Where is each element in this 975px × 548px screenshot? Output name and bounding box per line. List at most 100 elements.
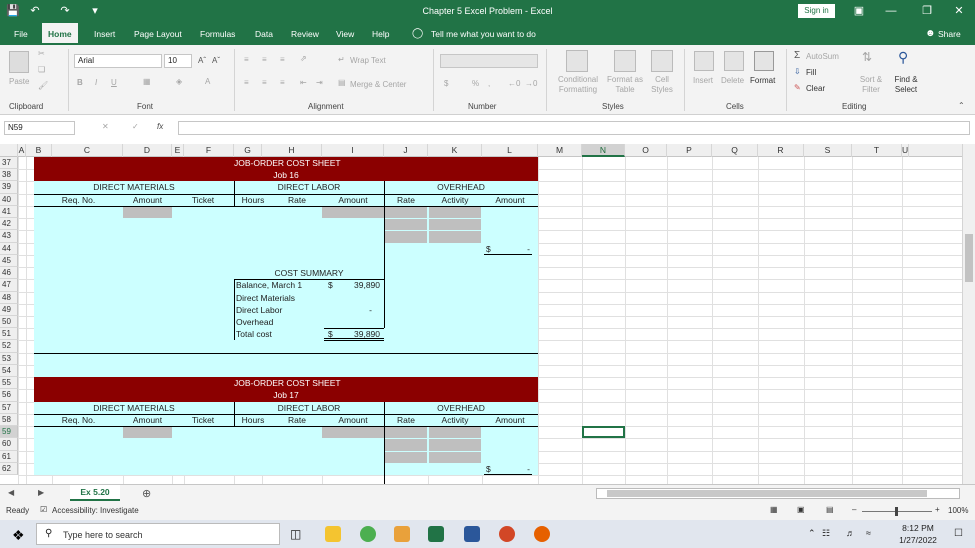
clear-button[interactable]: Clear [806,84,825,93]
row-header-56[interactable]: 56 [0,389,18,402]
row-header-37[interactable]: 37 [0,157,18,170]
vertical-scroll-thumb[interactable] [965,234,973,282]
merge-center-button[interactable]: Merge & Center [350,80,406,89]
column-header-o[interactable]: O [625,144,667,157]
column-header-d[interactable]: D [123,144,172,157]
paste-button[interactable]: Paste [9,77,29,86]
row-header-41[interactable]: 41 [0,205,18,219]
increase-decimal-icon[interactable]: ←0 [508,79,520,88]
column-header-a[interactable]: A [18,144,26,157]
row-header-50[interactable]: 50 [0,315,18,329]
row-header-40[interactable]: 40 [0,193,18,206]
column-header-l[interactable]: L [482,144,538,157]
paste-icon[interactable] [9,51,29,73]
conditional-formatting-button[interactable]: Conditional Formatting [552,75,604,95]
column-header-t[interactable]: T [852,144,902,157]
sheet1-oh-rate-input[interactable] [385,219,427,231]
tray-chevron-icon[interactable]: ⌃ [808,528,816,539]
network-icon[interactable]: ☷ [822,528,830,539]
number-format-select[interactable] [440,54,538,68]
format-as-table-icon[interactable] [614,50,636,72]
percent-button[interactable]: % [472,79,479,88]
font-size-select[interactable]: 10 [164,54,192,68]
column-header-k[interactable]: K [428,144,482,157]
format-cells-button[interactable]: Format [750,76,775,85]
increase-indent-icon[interactable]: ⇥ [316,78,323,87]
column-header-j[interactable]: J [384,144,428,157]
wifi-icon[interactable]: ≈ [866,528,871,538]
bold-icon[interactable]: B [77,78,83,87]
wrap-text-button[interactable]: Wrap Text [350,56,386,65]
sheet2-activity-input[interactable] [429,439,481,451]
row-header-45[interactable]: 45 [0,254,18,268]
increase-font-icon[interactable]: Aˆ [198,56,206,65]
font-name-select[interactable]: Arial [74,54,162,68]
clock-time[interactable]: 8:12 PM [894,523,942,533]
tab-help[interactable]: Help [366,23,395,45]
zoom-level[interactable]: 100% [948,506,968,515]
column-header-f[interactable]: F [184,144,234,157]
sheet1-dl-amount-input[interactable] [322,206,384,219]
name-box[interactable]: N59 [4,121,75,135]
tab-review[interactable]: Review [285,23,325,45]
align-right-icon[interactable]: ≡ [280,78,285,87]
spreadsheet-grid[interactable]: ABCDEFGHIJKLMNOPQRSTU 37 38 39 40 41 42 43 44 45… [0,144,962,484]
row-header-43[interactable]: 43 [0,230,18,243]
tab-insert[interactable]: Insert [88,23,121,45]
conditional-formatting-icon[interactable] [566,50,588,72]
sheet2-activity-input[interactable] [429,451,481,463]
insert-cells-button[interactable]: Insert [693,76,713,85]
insert-function-icon[interactable]: fx [157,122,163,131]
insert-cells-icon[interactable] [694,51,714,71]
align-center-icon[interactable]: ≡ [262,78,267,87]
vertical-scrollbar[interactable] [962,144,975,484]
column-header-b[interactable]: B [26,144,52,157]
font-color-icon[interactable]: A [205,77,210,86]
cut-icon[interactable]: ✂ [38,49,45,58]
column-header-e[interactable]: E [172,144,184,157]
prev-sheet-icon[interactable]: ◀ [8,488,14,497]
autosum-button[interactable]: AutoSum [806,52,839,61]
sheet1-activity-input[interactable] [429,219,481,231]
row-header-47[interactable]: 47 [0,279,18,292]
windows-start-icon[interactable]: ❖ [12,527,25,544]
row-header-49[interactable]: 49 [0,303,18,316]
copy-icon[interactable]: ❏ [38,65,45,74]
tab-page-layout[interactable]: Page Layout [128,23,188,45]
volume-icon[interactable]: ♬ [846,528,855,538]
decrease-decimal-icon[interactable]: →0 [525,79,537,88]
align-bottom-icon[interactable]: ≡ [280,55,285,64]
row-header-60[interactable]: 60 [0,438,18,451]
column-header-c[interactable]: C [52,144,123,157]
column-header-m[interactable]: M [538,144,582,157]
row-header-48[interactable]: 48 [0,291,18,304]
column-header-i[interactable]: I [322,144,384,157]
align-top-icon[interactable]: ≡ [244,55,249,64]
row-header-53[interactable]: 53 [0,352,18,365]
row-header-59[interactable]: 59 [0,426,18,439]
clock-date[interactable]: 1/27/2022 [894,535,942,545]
task-view-icon[interactable]: ◫ [290,527,301,541]
borders-icon[interactable]: ▦ [143,77,151,86]
orientation-icon[interactable]: ⇗ [300,54,307,63]
delete-cells-button[interactable]: Delete [721,76,744,85]
column-header-u[interactable]: U [902,144,910,157]
horizontal-scroll-thumb[interactable] [607,490,927,497]
file-explorer-icon[interactable] [325,526,341,542]
format-painter-icon[interactable]: 🖌 [38,81,48,90]
sheet1-activity-input[interactable] [429,206,481,219]
merge-center-icon[interactable]: ▤ [338,78,346,87]
row-header-52[interactable]: 52 [0,340,18,353]
row-header-38[interactable]: 38 [0,169,18,182]
word-taskbar-icon[interactable] [464,526,480,542]
sheet2-dm-amount-input[interactable] [123,427,172,439]
column-header-g[interactable]: G [234,144,262,157]
next-sheet-icon[interactable]: ▶ [38,488,44,497]
taskbar-search[interactable]: ⚲ Type here to search [36,523,280,545]
cancel-icon[interactable]: ✕ [102,122,109,131]
ribbon-display-icon[interactable]: ▣ [852,4,866,18]
row-header-55[interactable]: 55 [0,377,18,390]
restore-icon[interactable]: ❐ [920,4,934,18]
enter-icon[interactable]: ✓ [132,122,139,131]
tell-me-search[interactable]: Tell me what you want to do [425,23,542,45]
